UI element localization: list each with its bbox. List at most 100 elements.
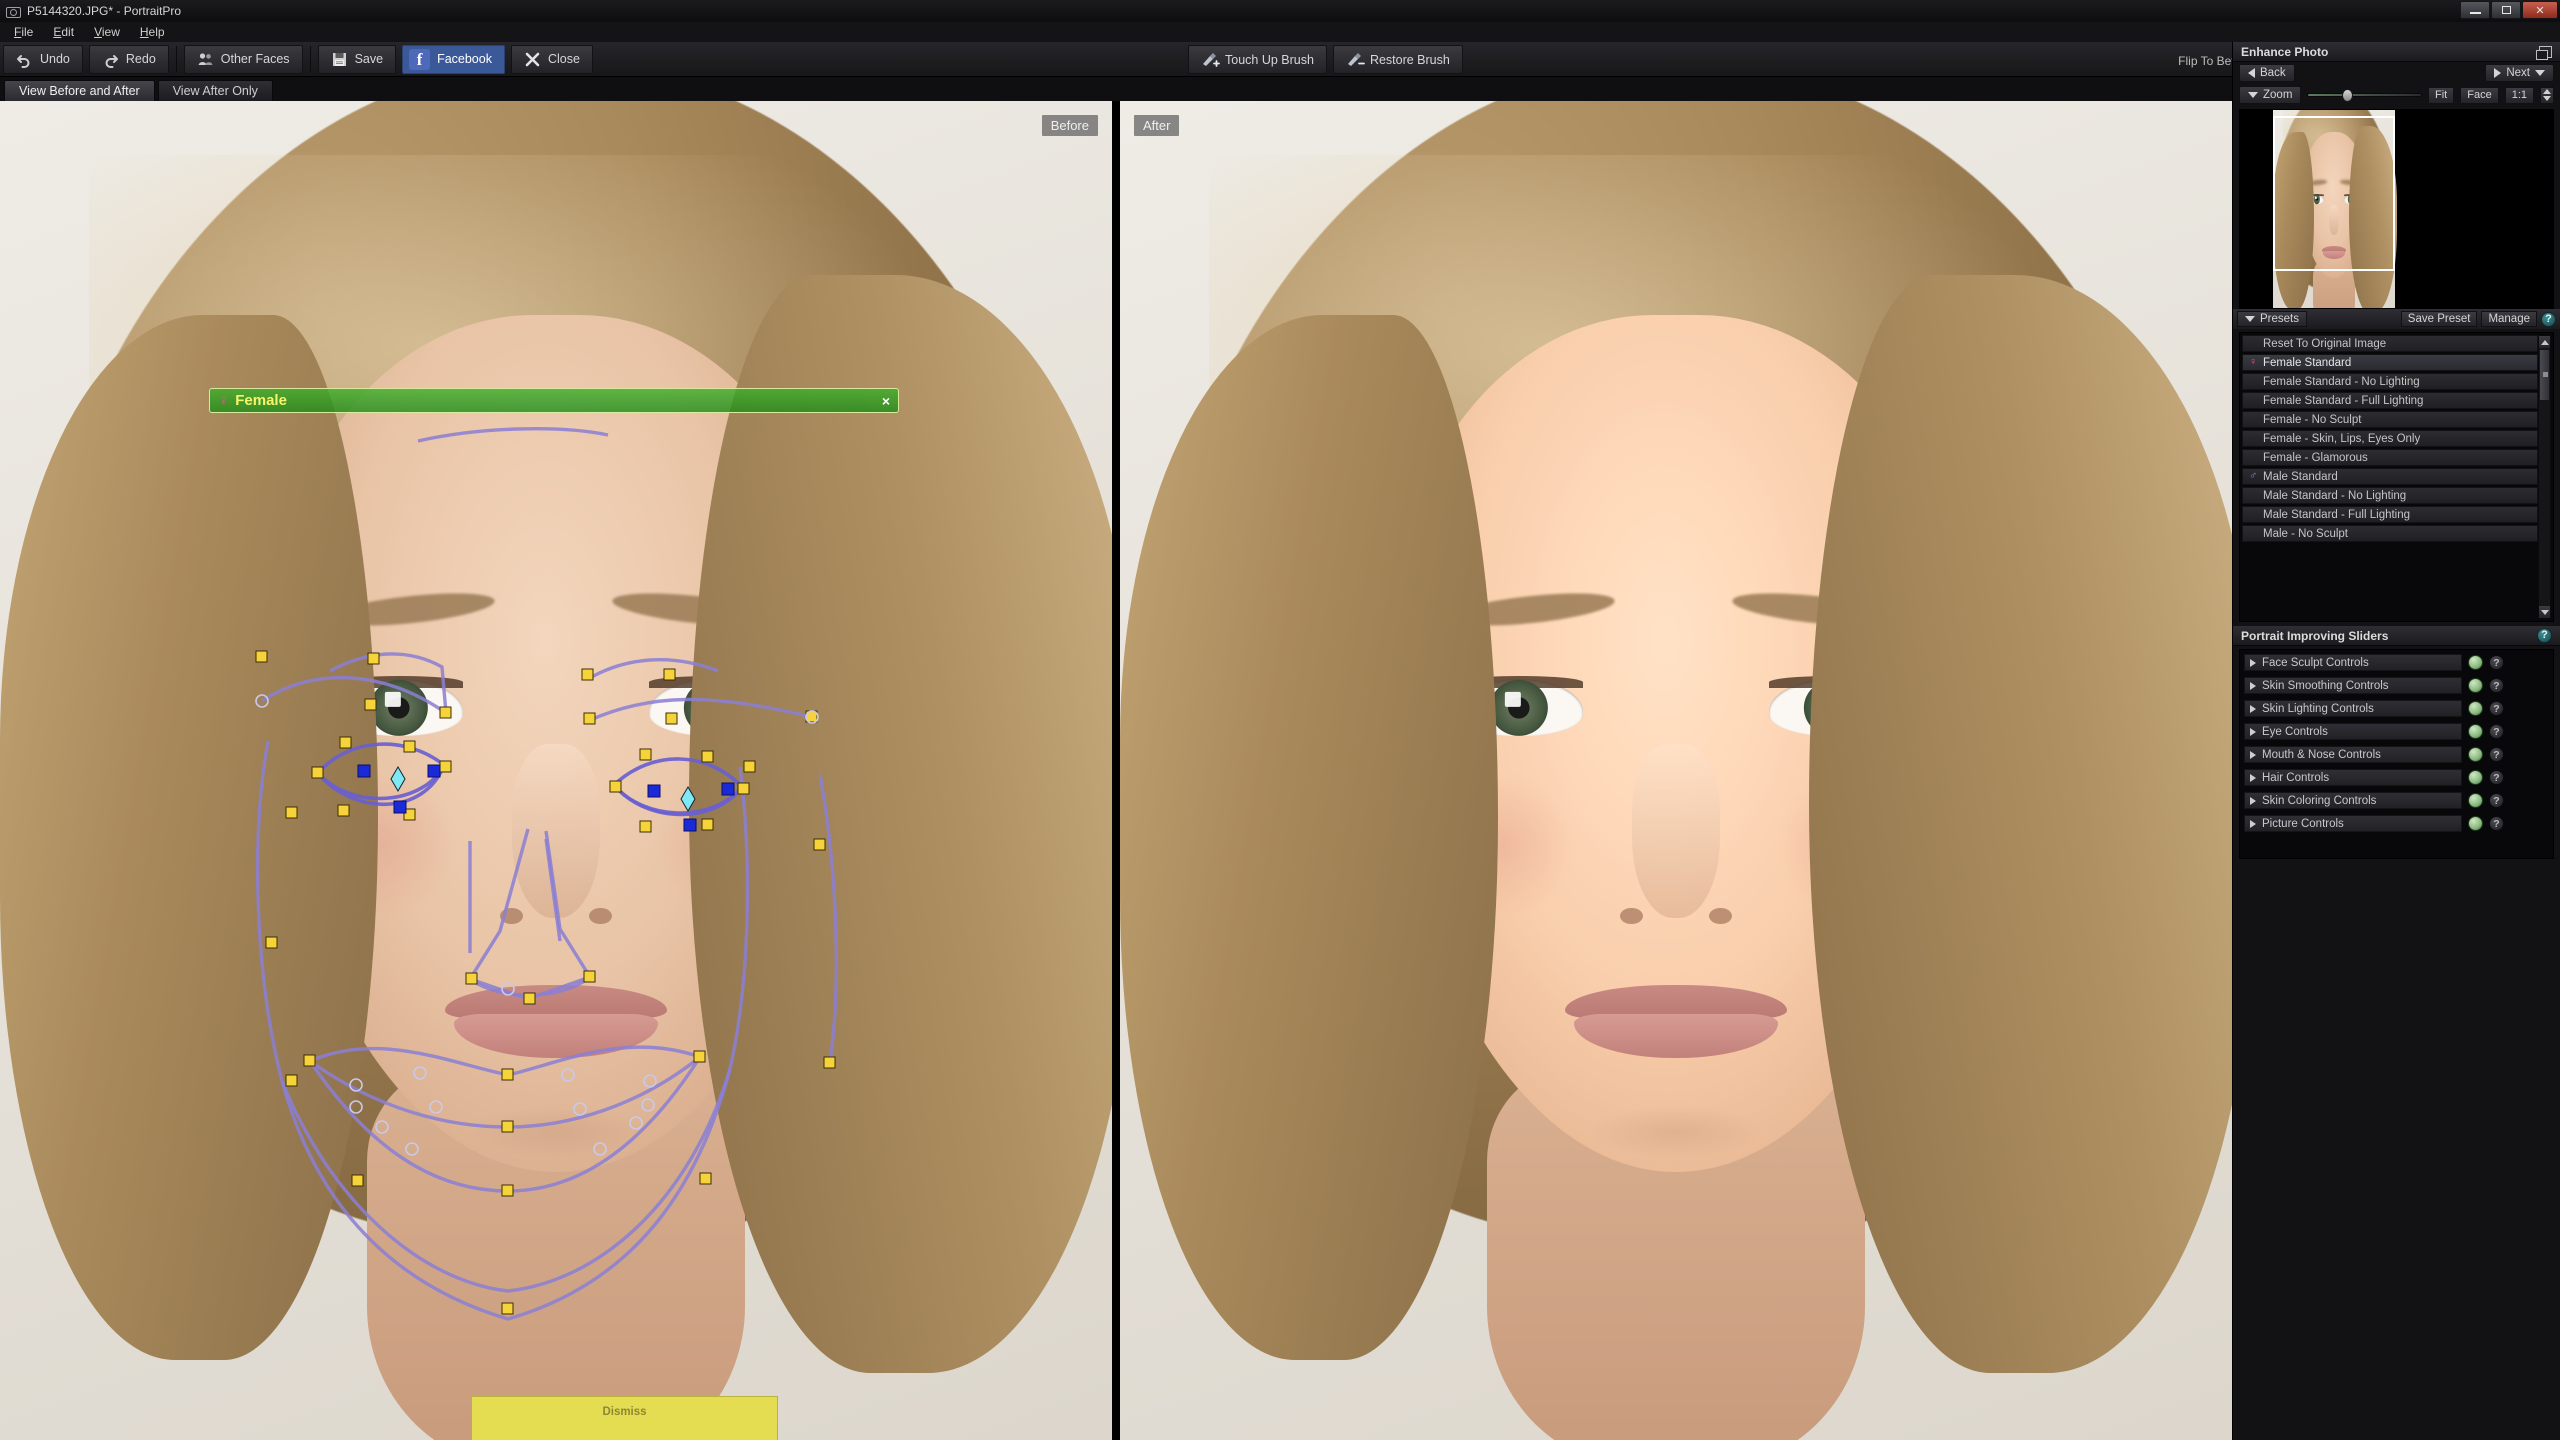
control-help-icon[interactable]: ? [2489,701,2504,716]
preset-item[interactable]: Female - Glamorous [2242,449,2538,466]
preset-item-selected[interactable]: ♀ Female Standard [2242,354,2538,371]
preset-item[interactable]: Female Standard - No Lighting [2242,373,2538,390]
picture-controls-button[interactable]: Picture Controls [2244,815,2462,832]
restore-button[interactable] [2491,1,2521,19]
control-row[interactable]: Mouth & Nose Controls ? [2244,746,2553,763]
after-image-pane[interactable]: After [1120,101,2232,1440]
menu-item-file[interactable]: File [4,23,43,41]
presets-dropdown-button[interactable]: Presets [2237,311,2307,327]
tab-view-before-and-after[interactable]: View Before and After [4,80,155,101]
menu-item-help[interactable]: Help [130,23,175,41]
control-help-icon[interactable]: ? [2489,816,2504,831]
facebook-label: Facebook [437,52,492,66]
zoom-label: Zoom [2263,89,2293,101]
control-help-icon[interactable]: ? [2489,770,2504,785]
preset-item[interactable]: Female - No Sculpt [2242,411,2538,428]
sliders-help-icon[interactable]: ? [2537,628,2552,643]
preset-item[interactable]: Female - Skin, Lips, Eyes Only [2242,430,2538,447]
control-help-icon[interactable]: ? [2489,655,2504,670]
facebook-button[interactable]: f Facebook [402,44,505,74]
presets-scrollbar[interactable] [2538,335,2551,619]
brush-tools-group: Touch Up Brush Restore Brush [1185,42,1466,77]
close-photo-button[interactable]: Close [510,44,593,74]
navigator-thumbnail[interactable] [2239,109,2554,309]
control-row[interactable]: Hair Controls ? [2244,769,2553,786]
eye-controls-button[interactable]: Eye Controls [2244,723,2462,740]
close-button[interactable]: ✕ [2522,1,2558,19]
zoom-face-button[interactable]: Face [2460,86,2499,104]
control-enable-led[interactable] [2468,816,2483,831]
preset-item[interactable]: Male Standard - Full Lighting [2242,506,2538,523]
control-enable-led[interactable] [2468,701,2483,716]
save-preset-button[interactable]: Save Preset [2400,311,2478,327]
zoom-dropdown-button[interactable]: Zoom [2239,86,2302,104]
control-help-icon[interactable]: ? [2489,724,2504,739]
control-row[interactable]: Eye Controls ? [2244,723,2553,740]
chevron-right-icon [2250,704,2256,713]
undo-button[interactable]: Undo [3,44,83,74]
restore-brush-button[interactable]: Restore Brush [1332,45,1463,74]
minimize-button[interactable] [2460,1,2490,19]
preset-label: Female - Glamorous [2263,451,2368,464]
control-help-icon[interactable]: ? [2489,678,2504,693]
skin-lighting-controls-button[interactable]: Skin Lighting Controls [2244,700,2462,717]
panel-restore-icon[interactable] [2536,45,2552,60]
control-help-icon[interactable]: ? [2489,747,2504,762]
control-help-icon[interactable]: ? [2489,793,2504,808]
face-gender-banner[interactable]: ♀ Female × [209,388,899,413]
control-row[interactable]: Skin Smoothing Controls ? [2244,677,2553,694]
zoom-spinner[interactable] [2540,86,2554,104]
back-button[interactable]: Back [2239,64,2295,82]
navigator-viewport-rect[interactable] [2273,116,2395,271]
face-sculpt-controls-button[interactable]: Face Sculpt Controls [2244,654,2462,671]
before-image-pane[interactable]: Before ♀ Female × Dismiss Adjust points … [0,101,1112,1440]
preset-item[interactable]: Female Standard - Full Lighting [2242,392,2538,409]
scroll-down-button[interactable] [2539,606,2550,618]
skin-coloring-controls-button[interactable]: Skin Coloring Controls [2244,792,2462,809]
control-row[interactable]: Skin Coloring Controls ? [2244,792,2553,809]
presets-help-icon[interactable]: ? [2541,311,2556,327]
control-row[interactable]: Skin Lighting Controls ? [2244,700,2553,717]
zoom-slider[interactable] [2307,88,2422,102]
zoom-slider-thumb[interactable] [2341,88,2353,102]
preset-item[interactable]: ♂ Male Standard [2242,468,2538,485]
control-row[interactable]: Face Sculpt Controls ? [2244,654,2553,671]
control-enable-led[interactable] [2468,655,2483,670]
control-label: Face Sculpt Controls [2262,656,2369,669]
preset-item[interactable]: Male Standard - No Lighting [2242,487,2538,504]
scrollbar-thumb[interactable] [2539,349,2550,401]
menu-item-edit[interactable]: Edit [43,23,84,41]
next-button[interactable]: Next [2485,64,2554,82]
manage-presets-button[interactable]: Manage [2481,311,2537,327]
control-enable-led[interactable] [2468,724,2483,739]
main-toolbar: Undo Redo Other Faces Save f Facebook Cl… [0,42,2560,77]
other-faces-button[interactable]: Other Faces [183,44,303,74]
tab-view-after-only[interactable]: View After Only [157,80,273,101]
control-enable-led[interactable] [2468,793,2483,808]
control-enable-led[interactable] [2468,678,2483,693]
control-label: Picture Controls [2262,817,2344,830]
control-label: Skin Lighting Controls [2262,702,2374,715]
slider-controls-list: Face Sculpt Controls ? Skin Smoothing Co… [2239,649,2554,859]
touch-up-brush-button[interactable]: Touch Up Brush [1188,45,1327,74]
chevron-down-icon[interactable] [2535,70,2545,76]
scroll-up-button[interactable] [2539,336,2550,348]
mouth-nose-controls-button[interactable]: Mouth & Nose Controls [2244,746,2462,763]
control-enable-led[interactable] [2468,747,2483,762]
zoom-fit-button[interactable]: Fit [2428,86,2455,104]
banner-close-icon[interactable]: × [882,393,890,409]
skin-smoothing-controls-button[interactable]: Skin Smoothing Controls [2244,677,2462,694]
menu-item-view[interactable]: View [84,23,130,41]
hair-controls-button[interactable]: Hair Controls [2244,769,2462,786]
control-row[interactable]: Picture Controls ? [2244,815,2553,832]
control-enable-led[interactable] [2468,770,2483,785]
redo-button[interactable]: Redo [88,44,169,74]
zoom-1to1-button[interactable]: 1:1 [2504,86,2534,104]
floppy-disk-icon [331,51,348,68]
tip-dismiss-button[interactable]: Dismiss [602,1406,646,1418]
save-button[interactable]: Save [317,44,397,74]
preset-item[interactable]: Reset To Original Image [2242,335,2538,352]
preset-item[interactable]: Male - No Sculpt [2242,525,2538,542]
presets-list[interactable]: Reset To Original Image ♀ Female Standard… [2239,332,2554,622]
after-portrait-image [1120,101,2232,1440]
